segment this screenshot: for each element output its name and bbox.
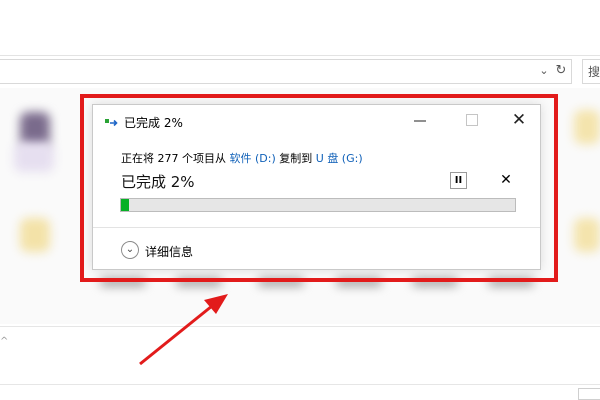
search-placeholder: 搜	[588, 65, 600, 79]
address-bar[interactable]	[0, 59, 572, 84]
scrollbar-corner	[578, 388, 600, 400]
annotation-highlight-box	[80, 94, 558, 282]
file-thumbnail[interactable]	[14, 142, 54, 172]
file-thumbnail[interactable]	[574, 110, 600, 144]
status-divider-lower	[0, 384, 600, 385]
status-divider	[0, 326, 600, 327]
collapse-caret[interactable]: ^	[0, 336, 8, 347]
chevron-down-icon[interactable]: ⌄	[536, 63, 552, 79]
file-thumbnail[interactable]	[20, 218, 50, 252]
refresh-icon[interactable]: ↻	[552, 63, 570, 79]
explorer-toolbar-area	[0, 0, 600, 56]
toolbar-divider	[0, 55, 600, 56]
file-thumbnail[interactable]	[574, 218, 600, 252]
